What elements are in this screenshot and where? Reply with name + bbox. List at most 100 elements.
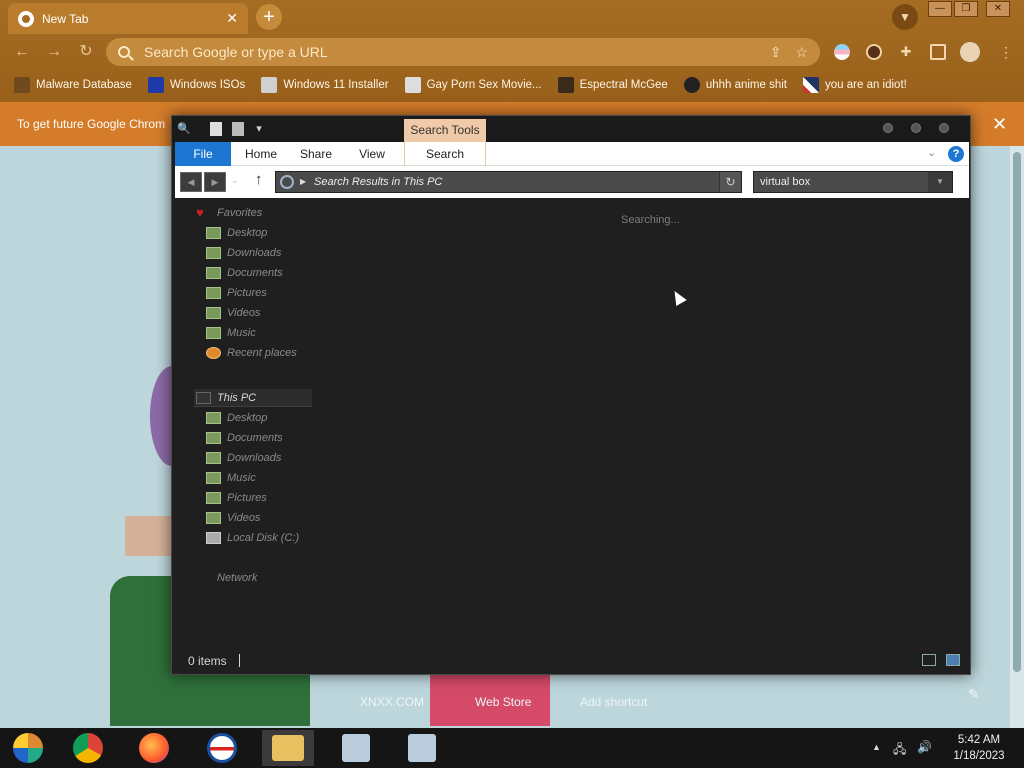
generic-bookmark-icon <box>14 77 30 93</box>
taskbar-app-active[interactable] <box>262 730 314 766</box>
new-tab-button[interactable]: + <box>256 4 282 30</box>
search-dropdown-icon[interactable]: ▼ <box>928 172 952 192</box>
reload-icon[interactable]: ↻ <box>76 42 96 62</box>
taskbar-app[interactable] <box>128 730 180 766</box>
avatar[interactable] <box>960 42 980 62</box>
large-icons-view-icon[interactable] <box>946 654 960 666</box>
help-icon[interactable]: ? <box>948 146 964 162</box>
bookmark-item[interactable]: Windows ISOs <box>147 77 245 93</box>
taskbar-app[interactable] <box>2 730 54 766</box>
address-text: Search Results in This PC <box>314 176 443 188</box>
volume-icon[interactable]: 🔊 <box>917 740 932 754</box>
system-clock[interactable]: 5:42 AM 1/18/2023 <box>944 732 1014 764</box>
bookmark-item[interactable]: you are an idiot! <box>803 77 907 93</box>
recent-locations-icon[interactable]: ⌄ <box>231 175 239 186</box>
expand-ribbon-chevron-icon[interactable]: ⌄ <box>927 146 936 159</box>
back-icon[interactable]: ← <box>12 42 32 62</box>
taskbar-app[interactable] <box>330 730 382 766</box>
site-favicon-icon <box>404 77 421 93</box>
bookmark-item[interactable]: Gay Porn Sex Movie... <box>404 77 542 93</box>
nav-pc-videos[interactable]: Videos <box>206 509 260 527</box>
nav-favorites-downloads[interactable]: Downloads <box>206 244 281 262</box>
videos-folder-icon <box>206 512 221 524</box>
file-explorer-window: 🔍 ▾ Search Tools File Home Share View Se… <box>171 115 971 675</box>
infobar-close-icon[interactable]: ✕ <box>992 114 1007 135</box>
music-folder-icon <box>206 472 221 484</box>
search-icon: 🔍 <box>177 123 191 135</box>
address-bar[interactable]: ▶ Search Results in This PC ↻ <box>275 171 742 193</box>
add-shortcut-tile[interactable]: Add shortcut <box>580 695 647 709</box>
show-hidden-icons-chevron-icon[interactable]: ▲ <box>872 742 881 752</box>
minimize-button[interactable]: — <box>928 1 952 17</box>
network-icon[interactable]: 🖧 <box>893 740 906 761</box>
restore-button[interactable]: ❐ <box>954 1 978 17</box>
breadcrumb-arrow-icon[interactable]: ▶ <box>300 172 306 192</box>
side-panel-icon[interactable] <box>930 44 946 60</box>
profile-extension-icon[interactable] <box>866 44 882 60</box>
nav-pc-local-disk[interactable]: Local Disk (C:) <box>206 529 299 547</box>
omnibox[interactable]: Search Google or type a URL ⇪ ☆ <box>106 38 820 66</box>
refresh-icon[interactable]: ↻ <box>719 172 741 192</box>
extension-flag-icon[interactable] <box>834 44 850 60</box>
nav-pc-pictures[interactable]: Pictures <box>206 489 267 507</box>
forward-icon[interactable]: → <box>44 42 64 62</box>
character-icon <box>557 77 574 93</box>
tab-view[interactable]: View <box>351 142 393 166</box>
this-pc-header[interactable]: This PC <box>196 389 256 407</box>
properties-icon[interactable] <box>210 122 222 136</box>
tab-close-icon[interactable]: ✕ <box>226 10 238 27</box>
forward-button[interactable]: ▶ <box>204 172 226 192</box>
network-header[interactable]: Network <box>196 569 257 587</box>
nav-pc-downloads[interactable]: Downloads <box>206 449 281 467</box>
bookmark-item[interactable]: Espectral McGee <box>557 77 668 93</box>
menu-kebab-icon[interactable]: ⋮ <box>998 44 1014 60</box>
maximize-button[interactable] <box>911 123 921 133</box>
nav-pc-documents[interactable]: Documents <box>206 429 283 447</box>
bookmark-item[interactable]: Windows 11 Installer <box>261 77 389 93</box>
tab-search-button[interactable]: ▼ <box>892 4 918 30</box>
nav-favorites-pictures[interactable]: Pictures <box>206 284 267 302</box>
taskbar-app[interactable] <box>62 730 114 766</box>
tab-home[interactable]: Home <box>239 142 283 166</box>
status-bar: 0 items <box>172 648 970 674</box>
share-icon[interactable]: ⇪ <box>770 44 782 61</box>
nav-favorites-videos[interactable]: Videos <box>206 304 260 322</box>
quick-access-dropdown-icon[interactable]: ▾ <box>252 122 266 136</box>
details-view-icon[interactable] <box>922 654 936 666</box>
taskbar: ▲ 🖧 🔊 5:42 AM 1/18/2023 <box>0 728 1024 768</box>
shortcut-tile[interactable]: Web Store <box>475 695 531 709</box>
tab-new-tab[interactable]: New Tab ✕ <box>8 3 248 34</box>
pictures-folder-icon <box>206 287 221 299</box>
back-button[interactable]: ◀ <box>180 172 202 192</box>
tab-title: New Tab <box>42 11 89 26</box>
close-button[interactable] <box>939 123 949 133</box>
taskbar-app[interactable] <box>396 730 448 766</box>
up-arrow-icon[interactable]: ↑ <box>255 171 263 188</box>
bookmark-item[interactable]: uhhh anime shit <box>683 77 787 93</box>
customize-pencil-icon[interactable]: ✎ <box>968 686 980 703</box>
search-icon <box>118 46 130 58</box>
bookmark-item[interactable]: Malware Database <box>14 77 132 93</box>
anime-icon <box>683 77 700 93</box>
nav-pc-music[interactable]: Music <box>206 469 256 487</box>
shortcut-tile[interactable]: XNXX.COM <box>360 695 424 709</box>
nav-pc-desktop[interactable]: Desktop <box>206 409 267 427</box>
extensions-puzzle-icon[interactable]: ✚ <box>898 44 914 60</box>
tab-search[interactable]: Search <box>404 142 486 166</box>
minimize-button[interactable] <box>883 123 893 133</box>
nav-favorites-music[interactable]: Music <box>206 324 256 342</box>
nav-favorites-desktop[interactable]: Desktop <box>206 224 267 242</box>
new-folder-icon[interactable] <box>232 122 244 136</box>
nav-favorites-recent-places[interactable]: Recent places <box>206 344 297 362</box>
tab-file[interactable]: File <box>175 142 231 166</box>
page-scrollbar[interactable] <box>1010 146 1024 728</box>
installer-icon <box>261 77 278 93</box>
close-window-button[interactable]: ✕ <box>986 1 1010 17</box>
bookmark-star-icon[interactable]: ☆ <box>795 44 808 61</box>
search-input[interactable]: virtual box ▼ <box>753 171 953 193</box>
favorites-header[interactable]: ♥ Favorites <box>196 204 262 222</box>
nav-favorites-documents[interactable]: Documents <box>206 264 283 282</box>
tab-share[interactable]: Share <box>293 142 339 166</box>
taskbar-app[interactable] <box>196 730 248 766</box>
scrollbar-thumb[interactable] <box>1013 152 1021 672</box>
